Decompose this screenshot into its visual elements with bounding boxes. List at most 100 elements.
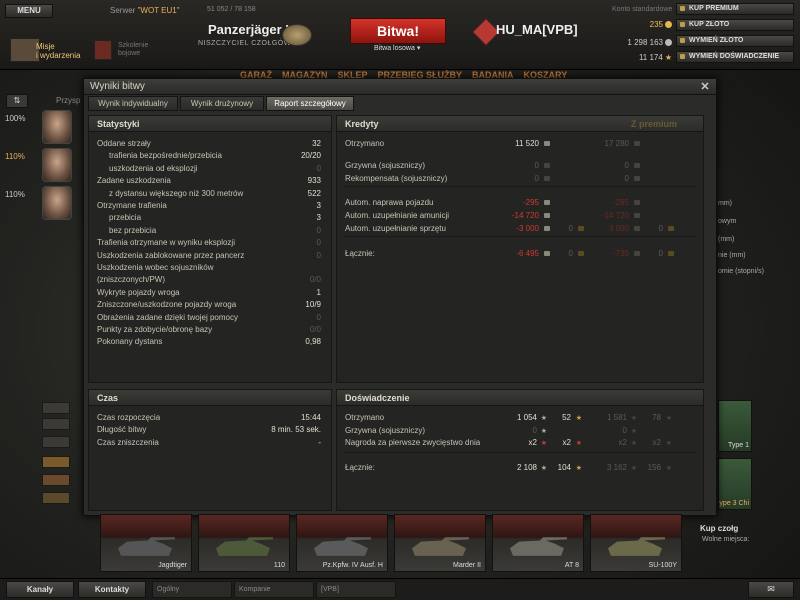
- crew-portrait-1[interactable]: [42, 110, 72, 144]
- top-bar: MENU Serwer "WOT EU1" 51 052 / 78 158 Mi…: [0, 0, 800, 70]
- chat-tab-clan[interactable]: [VPB]: [316, 581, 396, 598]
- credit-value: 0: [534, 161, 539, 170]
- tank-name: Marder II: [452, 562, 481, 569]
- consumable-slot-3[interactable]: [42, 492, 70, 504]
- xp-value: 0: [532, 426, 537, 435]
- consumable-slot-1[interactable]: [42, 456, 70, 468]
- stat-value: 0,98: [305, 337, 321, 347]
- xp-label: Otrzymano: [345, 413, 385, 422]
- chat-tab-company[interactable]: Kompanie: [234, 581, 314, 598]
- tab-individual[interactable]: Wynik indywidualny: [88, 96, 178, 111]
- results-tabs: Wynik indywidualny Wynik drużynowy Rapor…: [88, 96, 354, 111]
- side-tank-card-2[interactable]: ype 3 Chi: [718, 458, 752, 510]
- stat-value: 32: [312, 139, 321, 148]
- player-clan-name: HU_MA[VPB]: [496, 22, 578, 37]
- missions-label-line1: Misje: [36, 42, 55, 51]
- chat-tab-general[interactable]: Ogólny: [152, 581, 232, 598]
- server-selector[interactable]: Serwer "WOT EU1": [110, 6, 180, 15]
- stat-label: Otrzymane trafienia: [97, 201, 167, 210]
- tank-card[interactable]: SU-100Y: [590, 514, 682, 572]
- tank-name: 110: [273, 562, 285, 569]
- stat-label: Pokonany dystans: [97, 337, 163, 347]
- gold-icon: [668, 251, 674, 257]
- param-line-4: nie (mm): [718, 252, 746, 259]
- premium-coin-icon: [630, 173, 640, 184]
- credit-value: 0: [534, 174, 539, 183]
- premium-coin-icon: [630, 138, 640, 149]
- tank-card[interactable]: Marder II: [394, 514, 486, 572]
- equipment-slot-1[interactable]: [42, 402, 70, 414]
- credits-section: Kredyty Z premium Otrzymano 11 520 17 280 G…: [336, 115, 704, 383]
- training-label-line2: bojowe: [118, 50, 141, 57]
- experience-section: Doświadczenie Otrzymano 1 054 ★ 52 ★ 1 581 ★ 78…: [336, 389, 704, 511]
- crew-toggle-button[interactable]: ⇅: [6, 94, 28, 108]
- premium-gold-value: 0: [658, 249, 663, 258]
- chat-icon[interactable]: ✉: [748, 581, 794, 598]
- dialog-title[interactable]: Wyniki bitwy: [84, 79, 716, 95]
- equipment-slot-2[interactable]: [42, 418, 70, 430]
- side-tank-card-1[interactable]: Type 1: [718, 400, 752, 452]
- tank-name: AT 8: [564, 562, 579, 569]
- gold-icon: [668, 226, 674, 232]
- param-line-2: owym: [718, 218, 737, 225]
- stat-value: 933: [307, 176, 321, 186]
- credit-value: 11 520: [515, 139, 539, 148]
- free-slots-label: Wolne miejsca:: [702, 536, 750, 543]
- stat-label: z dystansu większego niż 300 metrów: [109, 188, 244, 198]
- stat-label: przebicia: [109, 213, 142, 223]
- premium-free-xp-icon: ★: [662, 437, 672, 448]
- rank-emblem-icon: [282, 24, 312, 46]
- xp-value: 1 054: [516, 413, 537, 422]
- tank-card[interactable]: Pz.Kpfw. IV Ausf. H: [296, 514, 388, 572]
- channels-button[interactable]: Kanały: [6, 581, 74, 598]
- premium-header: Z premium: [630, 119, 677, 129]
- premium-credit-value: -735: [612, 249, 629, 258]
- crew-portrait-2[interactable]: [42, 148, 72, 182]
- dialog-title-text: Wyniki bitwy: [90, 81, 145, 92]
- tab-detailed-report[interactable]: Raport szczegółowy: [266, 96, 354, 111]
- stat-value: 0: [316, 312, 321, 322]
- consumable-slot-2[interactable]: [42, 474, 70, 486]
- training-label[interactable]: Szkolenie bojowe: [118, 42, 148, 58]
- tank-card[interactable]: 110: [198, 514, 290, 572]
- stat-label: Uszkodzenia wobec sojuszników: [97, 263, 214, 272]
- xp-icon: ★: [537, 425, 547, 436]
- free-xp-balance: 11 174 ★: [612, 53, 672, 62]
- training-icon[interactable]: [94, 40, 112, 60]
- buy-gold-button[interactable]: KUP ZŁOTO: [676, 19, 794, 31]
- bottom-bar: Kanały Kontakty Ogólny Kompanie [VPB] ✉: [0, 578, 800, 600]
- side-tank-name-2: ype 3 Chi: [719, 500, 749, 507]
- tank-card[interactable]: AT 8: [492, 514, 584, 572]
- buy-premium-button[interactable]: KUP PREMIUM: [676, 3, 794, 15]
- battle-button[interactable]: Bitwa!: [350, 18, 446, 44]
- equipment-slot-3[interactable]: [42, 436, 70, 448]
- tank-name: Jagdtiger: [158, 562, 187, 569]
- divider: [343, 236, 697, 237]
- stat-value: 0: [316, 238, 321, 248]
- missions-label[interactable]: Misje i wydarzenia: [36, 42, 80, 60]
- battle-mode-selector[interactable]: Bitwa losowa ▾: [374, 44, 420, 52]
- xp-label: Łącznie:: [345, 463, 375, 472]
- gold-value: 235: [649, 20, 663, 29]
- stat-label: uszkodzenia od eksplozji: [109, 163, 198, 173]
- crew-portrait-3[interactable]: [42, 186, 72, 220]
- stat-value: 3: [316, 201, 321, 210]
- exchange-gold-button[interactable]: WYMIEŃ ZŁOTO: [676, 35, 794, 47]
- crew-skill-2: 110%: [5, 152, 25, 161]
- exchange-xp-button[interactable]: WYMIEŃ DOŚWIADCZENIE: [676, 51, 794, 63]
- credit-icon: [634, 141, 640, 147]
- contacts-button[interactable]: Kontakty: [78, 581, 146, 598]
- credit-label: Rekompensata (sojuszniczy): [345, 174, 448, 183]
- credit-label: Autom. naprawa pojazdu: [345, 198, 434, 207]
- premium-free-xp-value: 156: [647, 463, 661, 472]
- stat-value: 1: [316, 287, 321, 297]
- menu-button[interactable]: MENU: [5, 4, 53, 18]
- crew-tab-label: Przysp: [56, 96, 81, 105]
- free-xp-value: 11 174: [638, 53, 663, 62]
- buy-tank-slot[interactable]: Kup czołg: [700, 524, 738, 533]
- premium-free-xp-value: 78: [652, 413, 661, 422]
- close-icon[interactable]: ✕: [698, 80, 712, 94]
- tank-card[interactable]: Jagdtiger: [100, 514, 192, 572]
- tab-team[interactable]: Wynik drużynowy: [180, 96, 264, 111]
- credit-label: Łącznie:: [345, 249, 375, 258]
